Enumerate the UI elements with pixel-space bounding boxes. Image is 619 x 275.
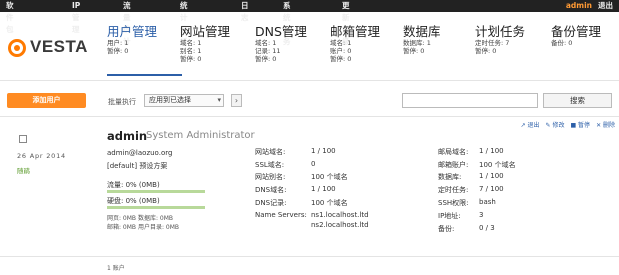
delete-link[interactable]: ✕ 删除 bbox=[596, 120, 615, 129]
username: admin bbox=[107, 129, 148, 143]
bulk-apply-button[interactable]: › bbox=[231, 94, 242, 107]
logout-as-link[interactable]: ↗ 退出 bbox=[521, 120, 540, 129]
tab-dns-stat: 记录: 11 bbox=[255, 47, 281, 55]
tab-web-title: 网站管理 bbox=[180, 24, 231, 39]
tab-cron[interactable]: 计划任务 定时任务: 7 暂停: 0 bbox=[475, 24, 526, 56]
stat-label: SSL域名: bbox=[255, 161, 285, 169]
search-input[interactable] bbox=[402, 93, 538, 108]
tab-dns[interactable]: DNS管理 域名: 1 记录: 11 暂停: 0 bbox=[255, 24, 307, 64]
user-area: admin 退出 bbox=[566, 0, 613, 12]
user-role: System Administrator bbox=[146, 130, 255, 141]
tab-cron-stat: 暂停: 0 bbox=[475, 47, 497, 55]
disk-label: 硬盘: 0% (0MB) bbox=[107, 197, 160, 205]
edit-link[interactable]: ✎ 修改 bbox=[546, 120, 565, 129]
stat-value: 0 / 3 bbox=[479, 224, 495, 232]
divider bbox=[0, 116, 619, 117]
stat-label: 网站域名: bbox=[255, 148, 286, 156]
stat-value: ns2.localhost.ltd bbox=[311, 221, 369, 229]
stat-label: 网站别名: bbox=[255, 173, 286, 181]
tab-web-stat: 暂停: 0 bbox=[180, 55, 202, 63]
tab-dns-stat: 域名: 1 bbox=[255, 39, 277, 47]
category-tabs: 用户管理 用户: 1 暂停: 0 网站管理 域名: 1 别名: 1 暂停: 0 … bbox=[0, 24, 619, 76]
tab-dns-stat: 暂停: 0 bbox=[255, 55, 277, 63]
stat-label: Name Servers: bbox=[255, 211, 307, 219]
stat-label: 邮局域名: bbox=[438, 148, 469, 156]
tab-cron-stat: 定时任务: 7 bbox=[475, 39, 510, 47]
current-user-link[interactable]: admin bbox=[566, 0, 592, 12]
record-date: 26 Apr 2014 bbox=[17, 152, 66, 160]
tab-backup[interactable]: 备份管理 备份: 0 bbox=[551, 24, 602, 48]
stat-label: 定时任务: bbox=[438, 186, 469, 194]
tab-mail-stat: 域名: 1 bbox=[330, 39, 352, 47]
row-checkbox[interactable] bbox=[19, 135, 27, 143]
stat-value: ns1.localhost.ltd bbox=[311, 211, 369, 219]
stat-value: 1 / 100 bbox=[311, 185, 336, 193]
bulk-action-value: 应用到已选择 bbox=[149, 96, 191, 104]
stat-value: 7 / 100 bbox=[479, 185, 504, 193]
stat-value: 1 / 100 bbox=[479, 147, 504, 155]
tab-db-stat: 暂停: 0 bbox=[403, 47, 425, 55]
tab-cron-title: 计划任务 bbox=[475, 24, 526, 39]
stat-label: 邮箱账户: bbox=[438, 161, 469, 169]
user-email: admin@laozuo.org bbox=[107, 149, 173, 157]
stat-value: 100 个域名 bbox=[479, 161, 516, 169]
tab-web-stat: 域名: 1 bbox=[180, 39, 202, 47]
stat-value: 100 个域名 bbox=[311, 173, 348, 181]
nav-logs[interactable]: 日志 bbox=[241, 0, 249, 24]
record-status-link[interactable]: 随鹃 bbox=[17, 165, 30, 175]
tab-backup-title: 备份管理 bbox=[551, 24, 602, 39]
stat-value: 100 个域名 bbox=[311, 199, 348, 207]
stat-value: 1 / 100 bbox=[479, 172, 504, 180]
stat-value: 1 / 100 bbox=[311, 147, 336, 155]
tab-mail[interactable]: 邮箱管理 域名: 1 账户: 0 暂停: 0 bbox=[330, 24, 381, 64]
add-user-button[interactable]: 添加用户 bbox=[7, 93, 86, 108]
bulk-action-select[interactable]: 应用到已选择 ▾ bbox=[144, 94, 224, 107]
tab-users-title: 用户管理 bbox=[107, 24, 158, 39]
stat-label: 备份: bbox=[438, 225, 455, 233]
logout-link[interactable]: 退出 bbox=[598, 0, 613, 12]
bulk-action-label: 批量执行 bbox=[108, 98, 136, 106]
top-bar bbox=[0, 0, 619, 12]
tab-users-stat: 暂停: 0 bbox=[107, 47, 129, 55]
tab-backup-stat: 备份: 0 bbox=[551, 39, 573, 47]
tab-web[interactable]: 网站管理 域名: 1 别名: 1 暂停: 0 bbox=[180, 24, 231, 64]
tab-mail-stat: 账户: 0 bbox=[330, 47, 352, 55]
divider bbox=[0, 256, 619, 257]
stat-value: 3 bbox=[479, 211, 484, 219]
record-actions: ↗ 退出 ✎ 修改 ■ 暂停 ✕ 删除 bbox=[521, 120, 615, 129]
stat-label: DNS记录: bbox=[255, 199, 287, 207]
tab-dns-title: DNS管理 bbox=[255, 24, 307, 39]
tab-db-title: 数据库 bbox=[403, 24, 441, 39]
user-package: [default] 预设方案 bbox=[107, 162, 168, 170]
tab-db-stat: 数据库: 1 bbox=[403, 39, 431, 47]
chevron-down-icon: ▾ bbox=[217, 96, 221, 104]
disk-breakdown: 邮箱: 0MB 用户目录: 0MB bbox=[107, 224, 179, 231]
disk-breakdown: 网页: 0MB 数据库: 0MB bbox=[107, 215, 173, 222]
tab-web-stat: 别名: 1 bbox=[180, 47, 202, 55]
stat-value: 0 bbox=[311, 160, 316, 168]
tab-mail-title: 邮箱管理 bbox=[330, 24, 381, 39]
tab-db[interactable]: 数据库 数据库: 1 暂停: 0 bbox=[403, 24, 441, 56]
stat-label: IP地址: bbox=[438, 212, 461, 220]
stat-label: 数据库: bbox=[438, 173, 462, 181]
stat-label: DNS域名: bbox=[255, 186, 287, 194]
divider bbox=[0, 80, 619, 81]
tab-mail-stat: 暂停: 0 bbox=[330, 55, 352, 63]
disk-bar bbox=[107, 206, 205, 209]
bandwidth-label: 流量: 0% (0MB) bbox=[107, 181, 160, 189]
search-button[interactable]: 搜索 bbox=[543, 93, 612, 108]
account-count: 1 账户 bbox=[107, 265, 125, 272]
suspend-link[interactable]: ■ 暂停 bbox=[570, 120, 590, 129]
stat-value: bash bbox=[479, 198, 496, 206]
bandwidth-bar bbox=[107, 190, 205, 193]
tab-users[interactable]: 用户管理 用户: 1 暂停: 0 bbox=[107, 24, 183, 76]
stat-label: SSH权限: bbox=[438, 199, 469, 207]
tab-users-stat: 用户: 1 bbox=[107, 39, 129, 47]
